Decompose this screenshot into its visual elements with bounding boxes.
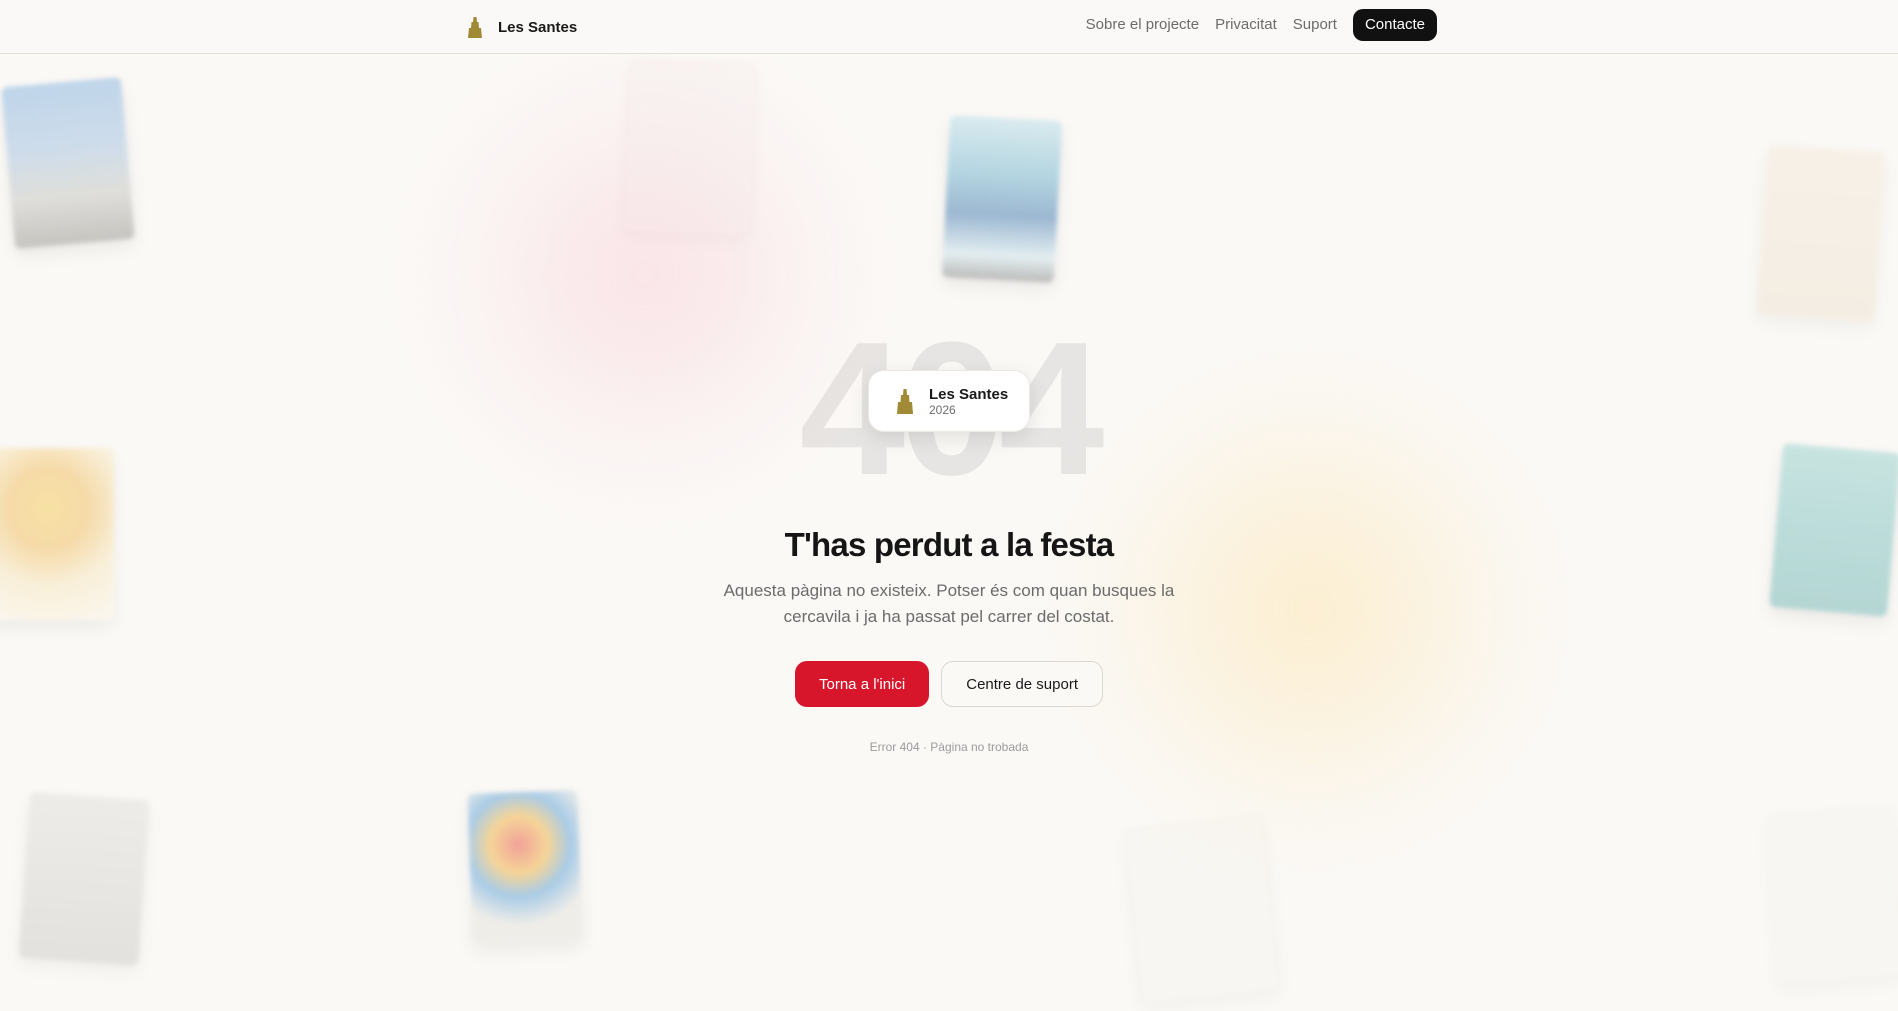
nav-link-sobre[interactable]: Sobre el projecte: [1078, 9, 1207, 41]
badge-year: 2026: [929, 402, 956, 417]
top-navigation: Les Santes Sobre el projecte Privacitat …: [0, 0, 1898, 54]
home-button[interactable]: Torna a l'inici: [795, 661, 930, 707]
brand-name: Les Santes: [498, 18, 578, 36]
description-text: Aquesta pàgina no existeix. Potser és co…: [723, 581, 1175, 626]
nav-link-suport[interactable]: Suport: [1285, 9, 1345, 41]
support-center-button[interactable]: Centre de suport: [941, 661, 1103, 707]
action-buttons: Torna a l'inici Centre de suport: [0, 661, 1898, 707]
contact-button[interactable]: Contacte: [1352, 9, 1437, 41]
nav-link-privacitat[interactable]: Privacitat: [1207, 9, 1285, 41]
page: Les Santes Sobre el projecte Privacitat …: [0, 0, 1898, 1011]
main-nav: Sobre el projecte Privacitat Suport Cont…: [1078, 9, 1437, 41]
error-code-note: Error 404 · Pàgina no trobada: [869, 740, 1029, 754]
brand-link[interactable]: Les Santes: [466, 12, 577, 42]
tower-icon: [468, 17, 482, 38]
page-title: T'has perdut a la festa: [784, 526, 1115, 563]
tower-icon: [897, 389, 913, 414]
badge-title: Les Santes: [929, 385, 1009, 403]
event-badge: Les Santes 2026: [868, 370, 1030, 432]
error-content: 404 Les Santes 2026 T'has perdut a la fe…: [0, 54, 1898, 1011]
